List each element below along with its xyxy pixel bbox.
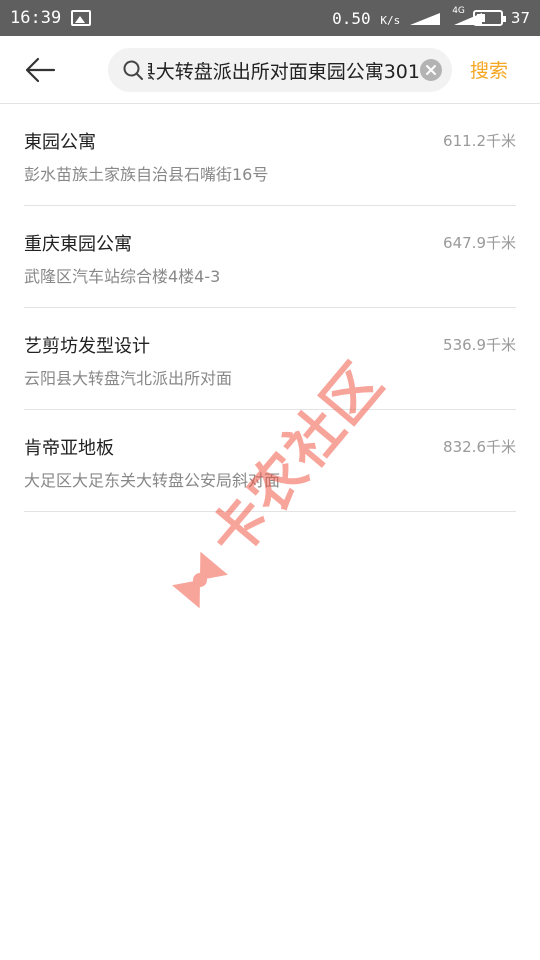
bow-icon	[172, 551, 228, 609]
result-name: 東园公寓	[24, 132, 96, 153]
status-right: 0.50 K/s 4G 37	[332, 6, 530, 28]
search-results-list: 東园公寓 611.2千米 彭水苗族土家族自治县石嘴街16号 重庆東园公寓 647…	[24, 104, 516, 512]
battery-icon	[472, 10, 506, 26]
result-address: 武隆区汽车站综合楼4楼4-3	[24, 267, 221, 286]
network-speed-unit: K/s	[380, 13, 401, 27]
wifi-signal-icon	[408, 9, 442, 27]
search-icon	[123, 60, 143, 80]
result-address: 大足区大足东关大转盘公安局斜对面	[24, 471, 281, 490]
result-name: 艺剪坊发型设计	[24, 336, 150, 357]
result-distance: 647.9千米	[443, 234, 516, 252]
result-address: 彭水苗族土家族自治县石嘴街16号	[24, 165, 269, 184]
clear-search-button[interactable]	[420, 59, 442, 81]
result-item[interactable]: 東园公寓 611.2千米 彭水苗族土家族自治县石嘴街16号	[24, 104, 516, 206]
result-address: 云阳县大转盘汽北派出所对面	[24, 369, 233, 388]
result-name: 重庆東园公寓	[24, 234, 132, 255]
search-box[interactable]	[108, 48, 452, 92]
result-distance: 536.9千米	[443, 336, 516, 354]
close-icon	[426, 65, 436, 75]
result-name: 肯帝亚地板	[24, 438, 114, 459]
network-speed-value: 0.50	[332, 8, 371, 28]
status-bar: 16:39 0.50 K/s 4G 37	[0, 0, 540, 36]
result-distance: 611.2千米	[443, 132, 516, 150]
gallery-notification-icon	[71, 10, 92, 26]
search-input[interactable]	[148, 59, 420, 81]
arrow-left-icon	[25, 57, 56, 83]
result-item[interactable]: 艺剪坊发型设计 536.9千米 云阳县大转盘汽北派出所对面	[24, 308, 516, 410]
result-item[interactable]: 肯帝亚地板 832.6千米 大足区大足东关大转盘公安局斜对面	[24, 410, 516, 512]
battery-fill	[476, 14, 486, 22]
result-item[interactable]: 重庆東园公寓 647.9千米 武隆区汽车站综合楼4楼4-3	[24, 206, 516, 308]
status-time: 16:39	[10, 8, 62, 28]
search-submit-button[interactable]: 搜索	[470, 56, 508, 83]
result-distance: 832.6千米	[443, 438, 516, 456]
back-button[interactable]	[20, 52, 60, 88]
network-speed: 0.50 K/s	[332, 9, 400, 28]
search-header: 搜索	[0, 36, 540, 104]
battery-level: 37	[510, 9, 530, 27]
